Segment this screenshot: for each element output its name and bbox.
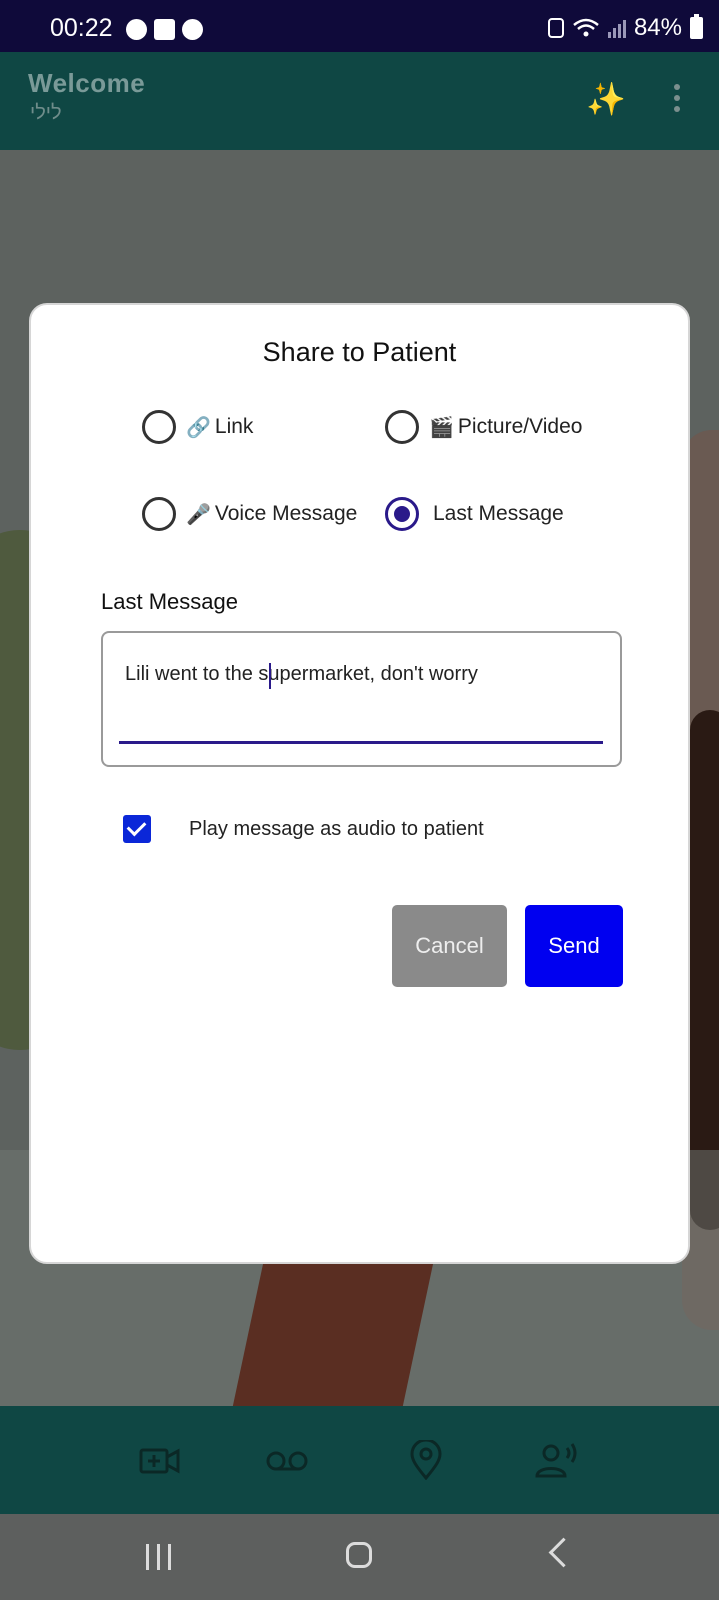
last-message-input[interactable]: Lili went to the supermarket, don't worr… (101, 631, 622, 767)
radio-last-message[interactable] (385, 497, 419, 531)
option-voice-message-label: Voice Message (214, 502, 358, 525)
whatsapp-icon (182, 19, 203, 40)
play-audio-label: Play message as audio to patient (189, 817, 484, 840)
voice-speaker-icon[interactable] (535, 1440, 579, 1480)
input-underline (119, 741, 603, 744)
option-link-label: Link (214, 415, 254, 438)
back-icon[interactable] (548, 1537, 579, 1568)
cancel-button[interactable]: Cancel (392, 905, 507, 987)
radio-picture-video[interactable] (385, 410, 419, 444)
radio-voice-message[interactable] (142, 497, 176, 531)
battery-percent: 84% (633, 14, 682, 41)
system-nav-bar (0, 1514, 719, 1600)
app-bar: Welcome לילי ✨ (0, 52, 719, 150)
wifi-icon (572, 17, 600, 39)
alarm-icon (547, 18, 564, 38)
option-link[interactable]: 🔗 Link (142, 410, 253, 444)
location-icon[interactable] (404, 1438, 448, 1481)
dialog-title: Share to Patient (262, 337, 457, 367)
more-options-icon[interactable] (674, 84, 682, 117)
recents-icon[interactable] (146, 1544, 171, 1570)
status-time: 00:22 (50, 14, 113, 42)
signal-icon (607, 18, 626, 38)
option-last-message-label: Last Message (433, 502, 564, 525)
status-right: 84% (547, 14, 703, 42)
radio-link[interactable] (142, 410, 176, 444)
option-last-message[interactable]: Last Message (385, 497, 564, 531)
sparkle-icon[interactable]: ✨ (586, 80, 626, 118)
messenger-icon (126, 19, 147, 40)
app-subtitle: לילי (30, 102, 62, 124)
option-picture-video-label: Picture/Video (457, 415, 583, 438)
bottom-nav (0, 1406, 719, 1514)
home-icon[interactable] (346, 1542, 372, 1568)
last-message-value[interactable]: Lili went to the supermarket, don't worr… (125, 663, 478, 686)
microphone-icon: 🎤 (186, 503, 211, 526)
gallery-icon (154, 19, 175, 40)
option-voice-message[interactable]: 🎤 Voice Message (142, 497, 357, 531)
play-audio-checkbox[interactable] (123, 815, 151, 843)
send-button[interactable]: Send (525, 905, 623, 987)
play-audio-row[interactable]: Play message as audio to patient (123, 815, 484, 843)
notification-icons (126, 19, 203, 40)
video-call-icon[interactable] (138, 1440, 182, 1480)
last-message-label: Last Message (101, 589, 238, 614)
clapper-icon: 🎬 (429, 416, 454, 439)
app-title: Welcome (28, 68, 146, 98)
share-dialog: Share to Patient 🔗 Link 🎬 Picture/Video … (29, 303, 690, 1264)
voicemail-icon[interactable] (265, 1440, 309, 1480)
status-bar: 00:22 84% (0, 0, 719, 52)
battery-icon (690, 14, 703, 39)
text-cursor (269, 663, 271, 689)
option-picture-video[interactable]: 🎬 Picture/Video (385, 410, 582, 444)
link-icon: 🔗 (186, 416, 211, 439)
